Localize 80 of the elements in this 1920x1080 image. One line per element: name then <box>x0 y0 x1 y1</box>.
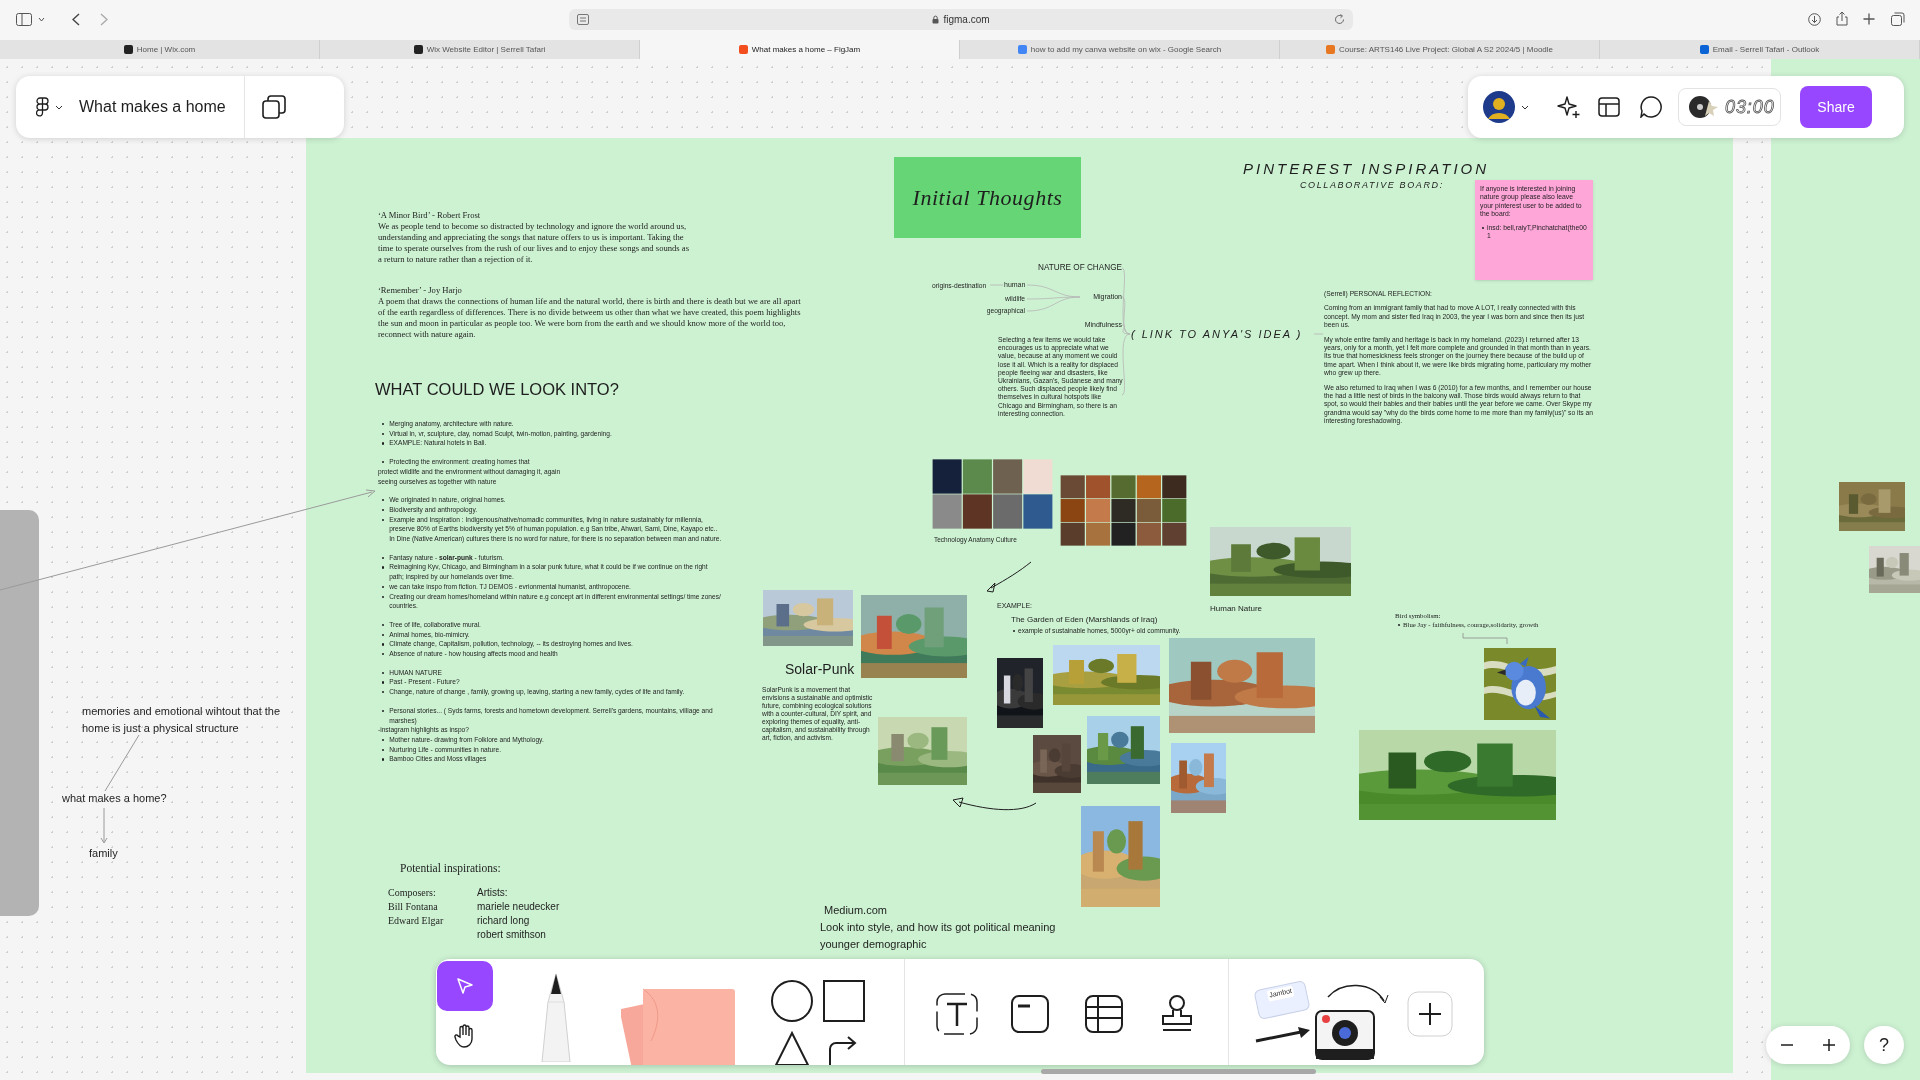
leader-line <box>1462 632 1508 645</box>
name-text: robert smithson <box>477 928 547 942</box>
music-disc-icon <box>1689 95 1719 119</box>
new-tab-icon[interactable] <box>1863 13 1875 25</box>
scrollbar[interactable] <box>1041 1069 1316 1074</box>
section-heading: WHAT COULD WE LOOK INTO? <box>375 379 619 400</box>
column-heading: Artists: <box>477 886 509 900</box>
canvas-text: Look into style, and how its got political meaning <box>820 920 1056 935</box>
zoom-in-icon[interactable] <box>1822 1038 1836 1052</box>
sticky-text: memories and emotional wihtout that the home is just a physical structure <box>82 704 282 736</box>
connector-arrow <box>100 808 108 844</box>
share-icon[interactable] <box>1836 11 1848 26</box>
canvas-text: Medium.com <box>823 903 888 918</box>
pages-icon[interactable] <box>261 95 286 119</box>
column-heading: Composers: <box>388 886 437 900</box>
share-button[interactable]: Share <box>1800 86 1872 128</box>
browser-tab[interactable]: Wix Website Editor | Serrell Tafari <box>320 40 640 59</box>
poem-title: ‘A Minor Bird’ - Robert Frost <box>378 210 482 221</box>
poem-paragraph: We as people tend to become so distracted by technology and ignore the world around us, understanding and appreciating the songs that nature offers to us is important. Taking the time to sperate ourselves from the rush of our lives and to enjoy these songs and sounds as a return to nature rather than a rejection of it. <box>378 221 690 265</box>
handwritten-subtitle: COLLABORATIVE BOARD: <box>1300 179 1444 192</box>
section-icon <box>1010 994 1050 1034</box>
figma-logo-icon <box>36 97 49 117</box>
image-caption: Human Nature <box>1210 603 1263 615</box>
name-text: Edward Elgar <box>388 914 445 928</box>
avatar-icon <box>1483 91 1515 123</box>
table-icon <box>1084 994 1124 1034</box>
ai-sparkle-icon[interactable] <box>1557 95 1581 119</box>
favicon-icon <box>1699 45 1709 54</box>
mindmap-root: ( LINK TO ANYA'S IDEA ) <box>1131 327 1303 342</box>
lock-icon <box>932 15 940 24</box>
poem-title: ‘Remember’ - Joy Harjo <box>378 285 463 296</box>
comment-icon[interactable] <box>1640 96 1662 118</box>
reload-icon[interactable] <box>1334 14 1345 25</box>
hand-icon <box>454 1024 476 1048</box>
favicon-icon <box>1325 45 1335 54</box>
mindmap-label: NATURE OF CHANGE <box>1037 262 1122 274</box>
arrow <box>1254 1025 1312 1045</box>
browser-tab[interactable]: Home | Wix.com <box>0 40 320 59</box>
address-text: figma.com <box>943 13 990 27</box>
select-tool[interactable] <box>437 961 493 1011</box>
name-text: richard long <box>477 914 531 928</box>
chevron-icon <box>1521 104 1529 110</box>
add-icon <box>1407 991 1453 1037</box>
stamp-icon <box>1159 994 1195 1034</box>
file-title[interactable]: What makes a home <box>79 95 226 119</box>
chevron-icon[interactable] <box>38 17 45 22</box>
canvas-text: what makes a home? <box>62 791 167 806</box>
name-text: Bill Fontana <box>388 900 439 914</box>
download-icon[interactable] <box>1808 13 1821 26</box>
cursor-icon <box>456 977 474 995</box>
sidebar-icon[interactable] <box>16 13 32 26</box>
browser-tab[interactable]: Email - Serrell Tafari - Outlook <box>1600 40 1920 59</box>
browser-tab[interactable]: What makes a home – FigJam <box>640 40 960 59</box>
section-heading: The Garden of Eden (Marshlands of Iraq) <box>1011 614 1158 626</box>
browser-tab[interactable]: Course: ARTS146 Live Project: Global A S2 2024/5 | Moodle <box>1280 40 1600 59</box>
address-field[interactable]: figma.com <box>569 9 1353 30</box>
text-tool-icon <box>935 992 979 1036</box>
canvas-text: family <box>89 846 118 861</box>
timer-text: 03:00 <box>1725 95 1775 119</box>
main-menu-button[interactable] <box>36 97 63 117</box>
canvas-text: younger demographic <box>820 937 928 952</box>
arrow <box>985 561 1033 594</box>
poem-paragraph: A poem that draws the connections of human life and the natural world, there is birth and there is death but we are all apart of the earth regardless of differences. There is no divide betweem us other than what we have created, this poem highlights the sun and moon in particular as people too. We were born from the earth and we should know more of the world too, reconnect with nature again. <box>378 296 802 340</box>
favicon-icon <box>413 45 423 54</box>
avatar-button[interactable] <box>1483 91 1529 123</box>
page-icon[interactable] <box>577 14 589 25</box>
section-heading: Potential inspirations: <box>400 861 501 877</box>
chevron-icon <box>55 104 63 110</box>
name-text: mariele neudecker <box>477 900 560 914</box>
favicon-icon <box>123 45 133 54</box>
connector-line <box>104 734 140 792</box>
handwritten-title: PINTEREST INSPIRATION <box>1243 159 1490 179</box>
layout-icon[interactable] <box>1598 97 1620 117</box>
favicon-icon <box>738 45 748 54</box>
section-heading: Solar-Punk <box>785 660 855 679</box>
favicon-icon <box>1017 45 1027 54</box>
browser-tab[interactable]: how to add my canva website on wix - Google Search <box>960 40 1280 59</box>
tabs-overview-icon[interactable] <box>1891 12 1905 26</box>
back-icon[interactable] <box>72 13 80 26</box>
sticky-note: Initial Thoughts <box>894 157 1081 238</box>
